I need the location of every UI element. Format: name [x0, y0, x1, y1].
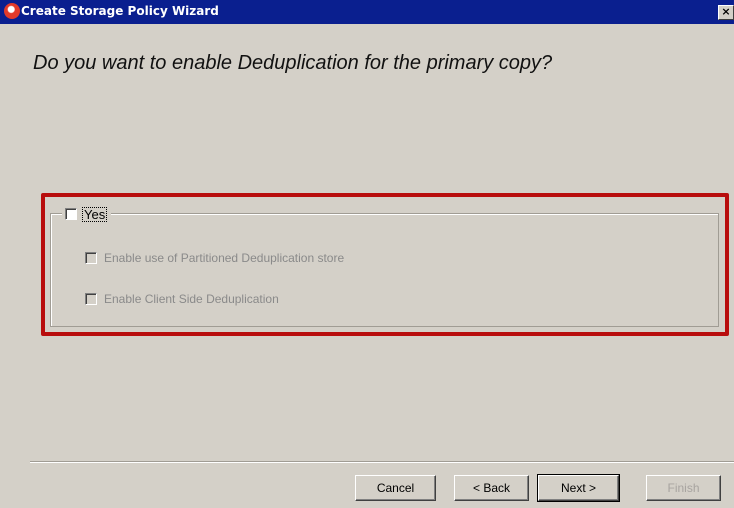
partitioned-dedup-label: Enable use of Partitioned Deduplication …: [104, 251, 345, 265]
finish-button: Finish: [646, 475, 721, 501]
window-title: Create Storage Policy Wizard: [21, 4, 219, 18]
app-logo-icon: [4, 3, 20, 19]
cancel-button[interactable]: Cancel: [355, 475, 436, 501]
client-side-dedup-option: Enable Client Side Deduplication: [85, 292, 279, 306]
next-button[interactable]: Next >: [537, 474, 620, 502]
yes-checkbox[interactable]: [65, 208, 77, 220]
yes-checkbox-label[interactable]: Yes: [82, 206, 108, 222]
close-button[interactable]: ×: [718, 5, 734, 20]
client-side-dedup-checkbox: [85, 293, 97, 305]
partitioned-dedup-option: Enable use of Partitioned Deduplication …: [85, 251, 344, 265]
yes-checkbox-row[interactable]: Yes: [62, 205, 112, 223]
client-side-dedup-label: Enable Client Side Deduplication: [104, 292, 279, 306]
title-bar: Create Storage Policy Wizard ×: [0, 0, 734, 24]
page-heading: Do you want to enable Deduplication for …: [33, 52, 553, 74]
footer-separator: [30, 461, 734, 463]
back-button[interactable]: < Back: [454, 475, 529, 501]
deduplication-groupbox: [50, 213, 719, 327]
partitioned-dedup-checkbox: [85, 252, 97, 264]
